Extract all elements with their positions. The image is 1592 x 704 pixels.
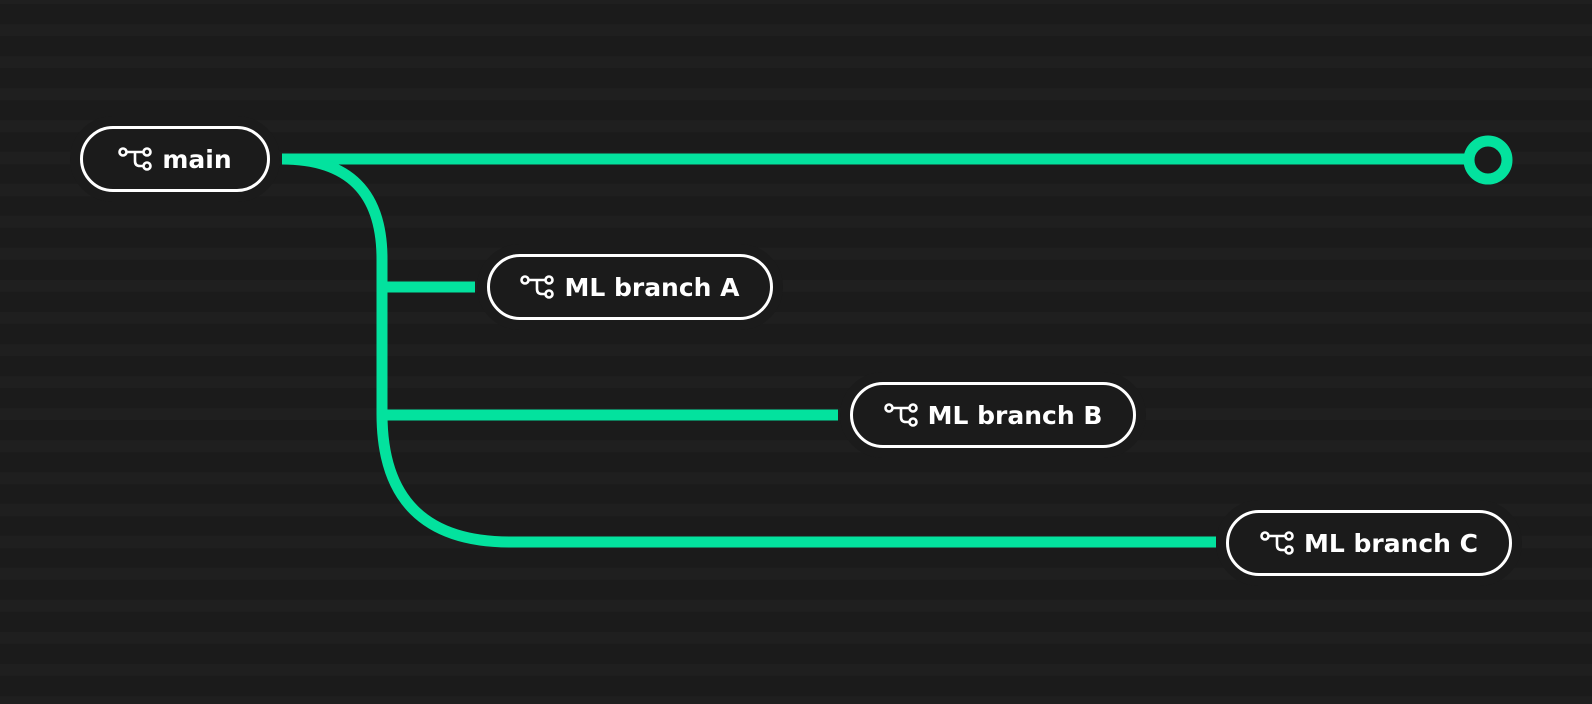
git-branch-icon xyxy=(118,146,153,172)
branch-node-b[interactable]: ML branch B xyxy=(850,382,1136,448)
branch-c-line xyxy=(281,153,1216,548)
branch-diagram: main ML branch A ML branch B ML branch C xyxy=(0,0,1592,704)
branch-label: ML branch B xyxy=(927,400,1103,430)
git-branch-icon xyxy=(520,274,555,300)
branch-node-c[interactable]: ML branch C xyxy=(1226,510,1512,576)
branch-label: ML branch C xyxy=(1303,528,1479,558)
git-branch-icon xyxy=(883,402,918,428)
commit-circle-icon xyxy=(1463,135,1513,185)
branch-label: main xyxy=(162,144,232,174)
branch-lines xyxy=(281,135,1513,548)
branch-node-main[interactable]: main xyxy=(80,126,270,192)
branch-node-a[interactable]: ML branch A xyxy=(487,254,773,320)
git-branch-icon xyxy=(1260,530,1294,556)
branch-label: ML branch A xyxy=(564,272,740,302)
